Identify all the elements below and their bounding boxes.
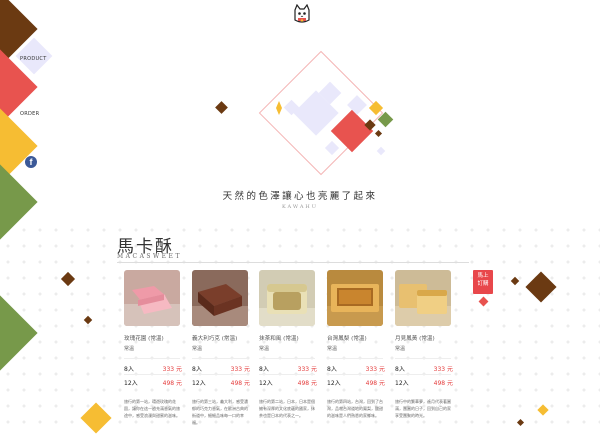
qty-12: 12入 xyxy=(327,380,341,387)
row-divider xyxy=(124,358,180,359)
product-name: 義大利巧克 (常溫) xyxy=(192,336,238,342)
row-divider xyxy=(192,374,248,375)
hero-diamond-brown-small xyxy=(374,129,383,138)
product-name: 台灣鳳梨 (常溫) xyxy=(327,336,367,342)
row-divider xyxy=(192,358,248,359)
facebook-icon[interactable]: f xyxy=(25,156,37,168)
price-12: 498 元 xyxy=(230,380,250,387)
price-8: 333 元 xyxy=(230,366,250,373)
product-name: 玫瑰花園 (常溫) xyxy=(124,336,164,342)
row-divider xyxy=(327,374,383,375)
product-name: 抹茶和風 (常溫) xyxy=(259,336,299,342)
qty-12: 12入 xyxy=(124,380,138,387)
product-flavor: 常溫 xyxy=(327,346,338,352)
qty-8: 8入 xyxy=(327,366,337,373)
nav-order-link[interactable]: ORDER xyxy=(20,111,39,117)
section-subtitle: MACASWEET xyxy=(117,253,182,260)
product-image-moon-yolk[interactable] xyxy=(395,270,451,326)
price-12: 498 元 xyxy=(162,380,182,387)
row-divider xyxy=(124,374,180,375)
product-image-pineapple[interactable] xyxy=(327,270,383,326)
hero-tagline: 天然的色澤讓心也亮麗了起來 xyxy=(222,191,378,202)
product-card[interactable]: 義大利巧克 (常溫) 常溫 8入 333 元 12入 498 元 旅行的第三站，… xyxy=(192,270,250,434)
product-image-matcha[interactable] xyxy=(259,270,315,326)
row-divider xyxy=(259,374,315,375)
product-description: 旅行中的繁華夢，遙月代表著圓滿，團圓的日子，回到自己的家享受團聚的時光。 xyxy=(395,399,451,418)
product-flavor: 常溫 xyxy=(259,346,270,352)
hero-sparkle-yellow-bottom xyxy=(276,108,282,115)
qty-8: 8入 xyxy=(259,366,269,373)
price-8: 333 元 xyxy=(297,366,317,373)
product-name: 月見鳳黃 (常溫) xyxy=(395,336,435,342)
product-image-rose[interactable] xyxy=(124,270,180,326)
product-card[interactable]: 台灣鳳梨 (常溫) 常溫 8入 333 元 12入 498 元 旅行的第四站，台… xyxy=(327,270,385,434)
logo-cat-icon[interactable] xyxy=(292,3,312,24)
row-divider xyxy=(395,374,451,375)
nav-product-link[interactable]: PRODUCT xyxy=(20,56,47,62)
hero-diamond-brown-left xyxy=(215,101,228,114)
qty-8: 8入 xyxy=(124,366,134,373)
buy-now-label-line1: 馬上 xyxy=(477,273,489,279)
buy-now-button[interactable]: 馬上 訂購 xyxy=(473,270,493,294)
row-divider xyxy=(395,358,451,359)
product-flavor: 常溫 xyxy=(395,346,406,352)
product-flavor: 常溫 xyxy=(192,346,203,352)
buy-now-label-line2: 訂購 xyxy=(477,281,489,287)
product-card[interactable]: 玫瑰花園 (常溫) 常溫 8入 333 元 12入 498 元 旅行的第一站，環… xyxy=(124,270,182,434)
price-12: 498 元 xyxy=(297,380,317,387)
section-divider xyxy=(117,262,469,263)
row-divider xyxy=(259,358,315,359)
row-divider xyxy=(327,358,383,359)
product-description: 旅行的第三站，義大利，感受濃郁的巧克力香氣，在歐洲古典的街道中，細細品味每一口的… xyxy=(192,399,248,425)
qty-12: 12入 xyxy=(192,380,206,387)
price-12: 498 元 xyxy=(365,380,385,387)
price-8: 333 元 xyxy=(162,366,182,373)
price-8: 333 元 xyxy=(433,366,453,373)
hero-sparkle-yellow xyxy=(276,101,282,108)
product-flavor: 常溫 xyxy=(124,346,135,352)
price-8: 333 元 xyxy=(365,366,385,373)
qty-12: 12入 xyxy=(395,380,409,387)
qty-12: 12入 xyxy=(259,380,273,387)
product-image-chocolate[interactable] xyxy=(192,270,248,326)
product-card[interactable]: 月見鳳黃 (常溫) 常溫 8入 333 元 12入 498 元 旅行中的繁華夢，… xyxy=(395,270,453,434)
hero-subtitle: KAWAHU xyxy=(281,204,319,210)
product-description: 旅行的第二站，日本，日本是個擁有深厚的文化底蘊的國家，抹茶也是日本的代表之一。 xyxy=(259,399,315,418)
product-description: 旅行的第四站，台灣，回到了台灣，品嚐台灣道地的鳳梨，酸甜的滋味是人們熟悉的家鄉味… xyxy=(327,399,383,418)
product-description: 旅行的第一站，環遊玫瑰的花園，讓你在這一趟充滿香氣的旅途中，感受浪漫與甜蜜的滋味… xyxy=(124,399,180,418)
product-card[interactable]: 抹茶和風 (常溫) 常溫 8入 333 元 12入 498 元 旅行的第二站，日… xyxy=(259,270,317,434)
hero-diamond-lavender-tiny xyxy=(376,146,386,156)
qty-8: 8入 xyxy=(395,366,405,373)
qty-8: 8入 xyxy=(192,366,202,373)
price-12: 498 元 xyxy=(433,380,453,387)
